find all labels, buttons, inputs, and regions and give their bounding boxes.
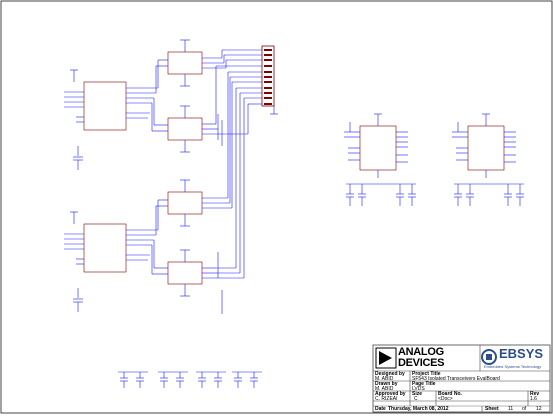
decoupling-caps-row (118, 371, 262, 388)
sheet-total: 12 (536, 406, 542, 412)
right-chip-a (344, 113, 416, 206)
sheet-label: Sheet (485, 406, 499, 412)
rev-value: 1.6 (530, 396, 537, 402)
ebsys-name: EBSYS (499, 346, 544, 361)
transceiver-group-lower (64, 179, 232, 314)
date-value: Thursday, March 08, 2012 (388, 406, 449, 412)
adi-logo-icon (375, 347, 397, 369)
ebsys-tagline: Embedded Systems Technology (484, 364, 542, 369)
right-chip-b (452, 113, 524, 206)
board-no-value: <Doc> (438, 396, 453, 402)
sheet-of: of (522, 406, 527, 412)
schematic-sheet: ANALOG DEVICES EBSYS Embedded Systems Te… (0, 0, 553, 414)
adi-name-line2: DEVICES (398, 357, 445, 369)
sheet-number: 11 (508, 406, 514, 412)
date-label: Date (375, 406, 386, 412)
approved-by-value: C. RIZEAI (375, 396, 398, 402)
transceiver-group-upper (64, 39, 226, 170)
size-value: C (414, 396, 418, 402)
